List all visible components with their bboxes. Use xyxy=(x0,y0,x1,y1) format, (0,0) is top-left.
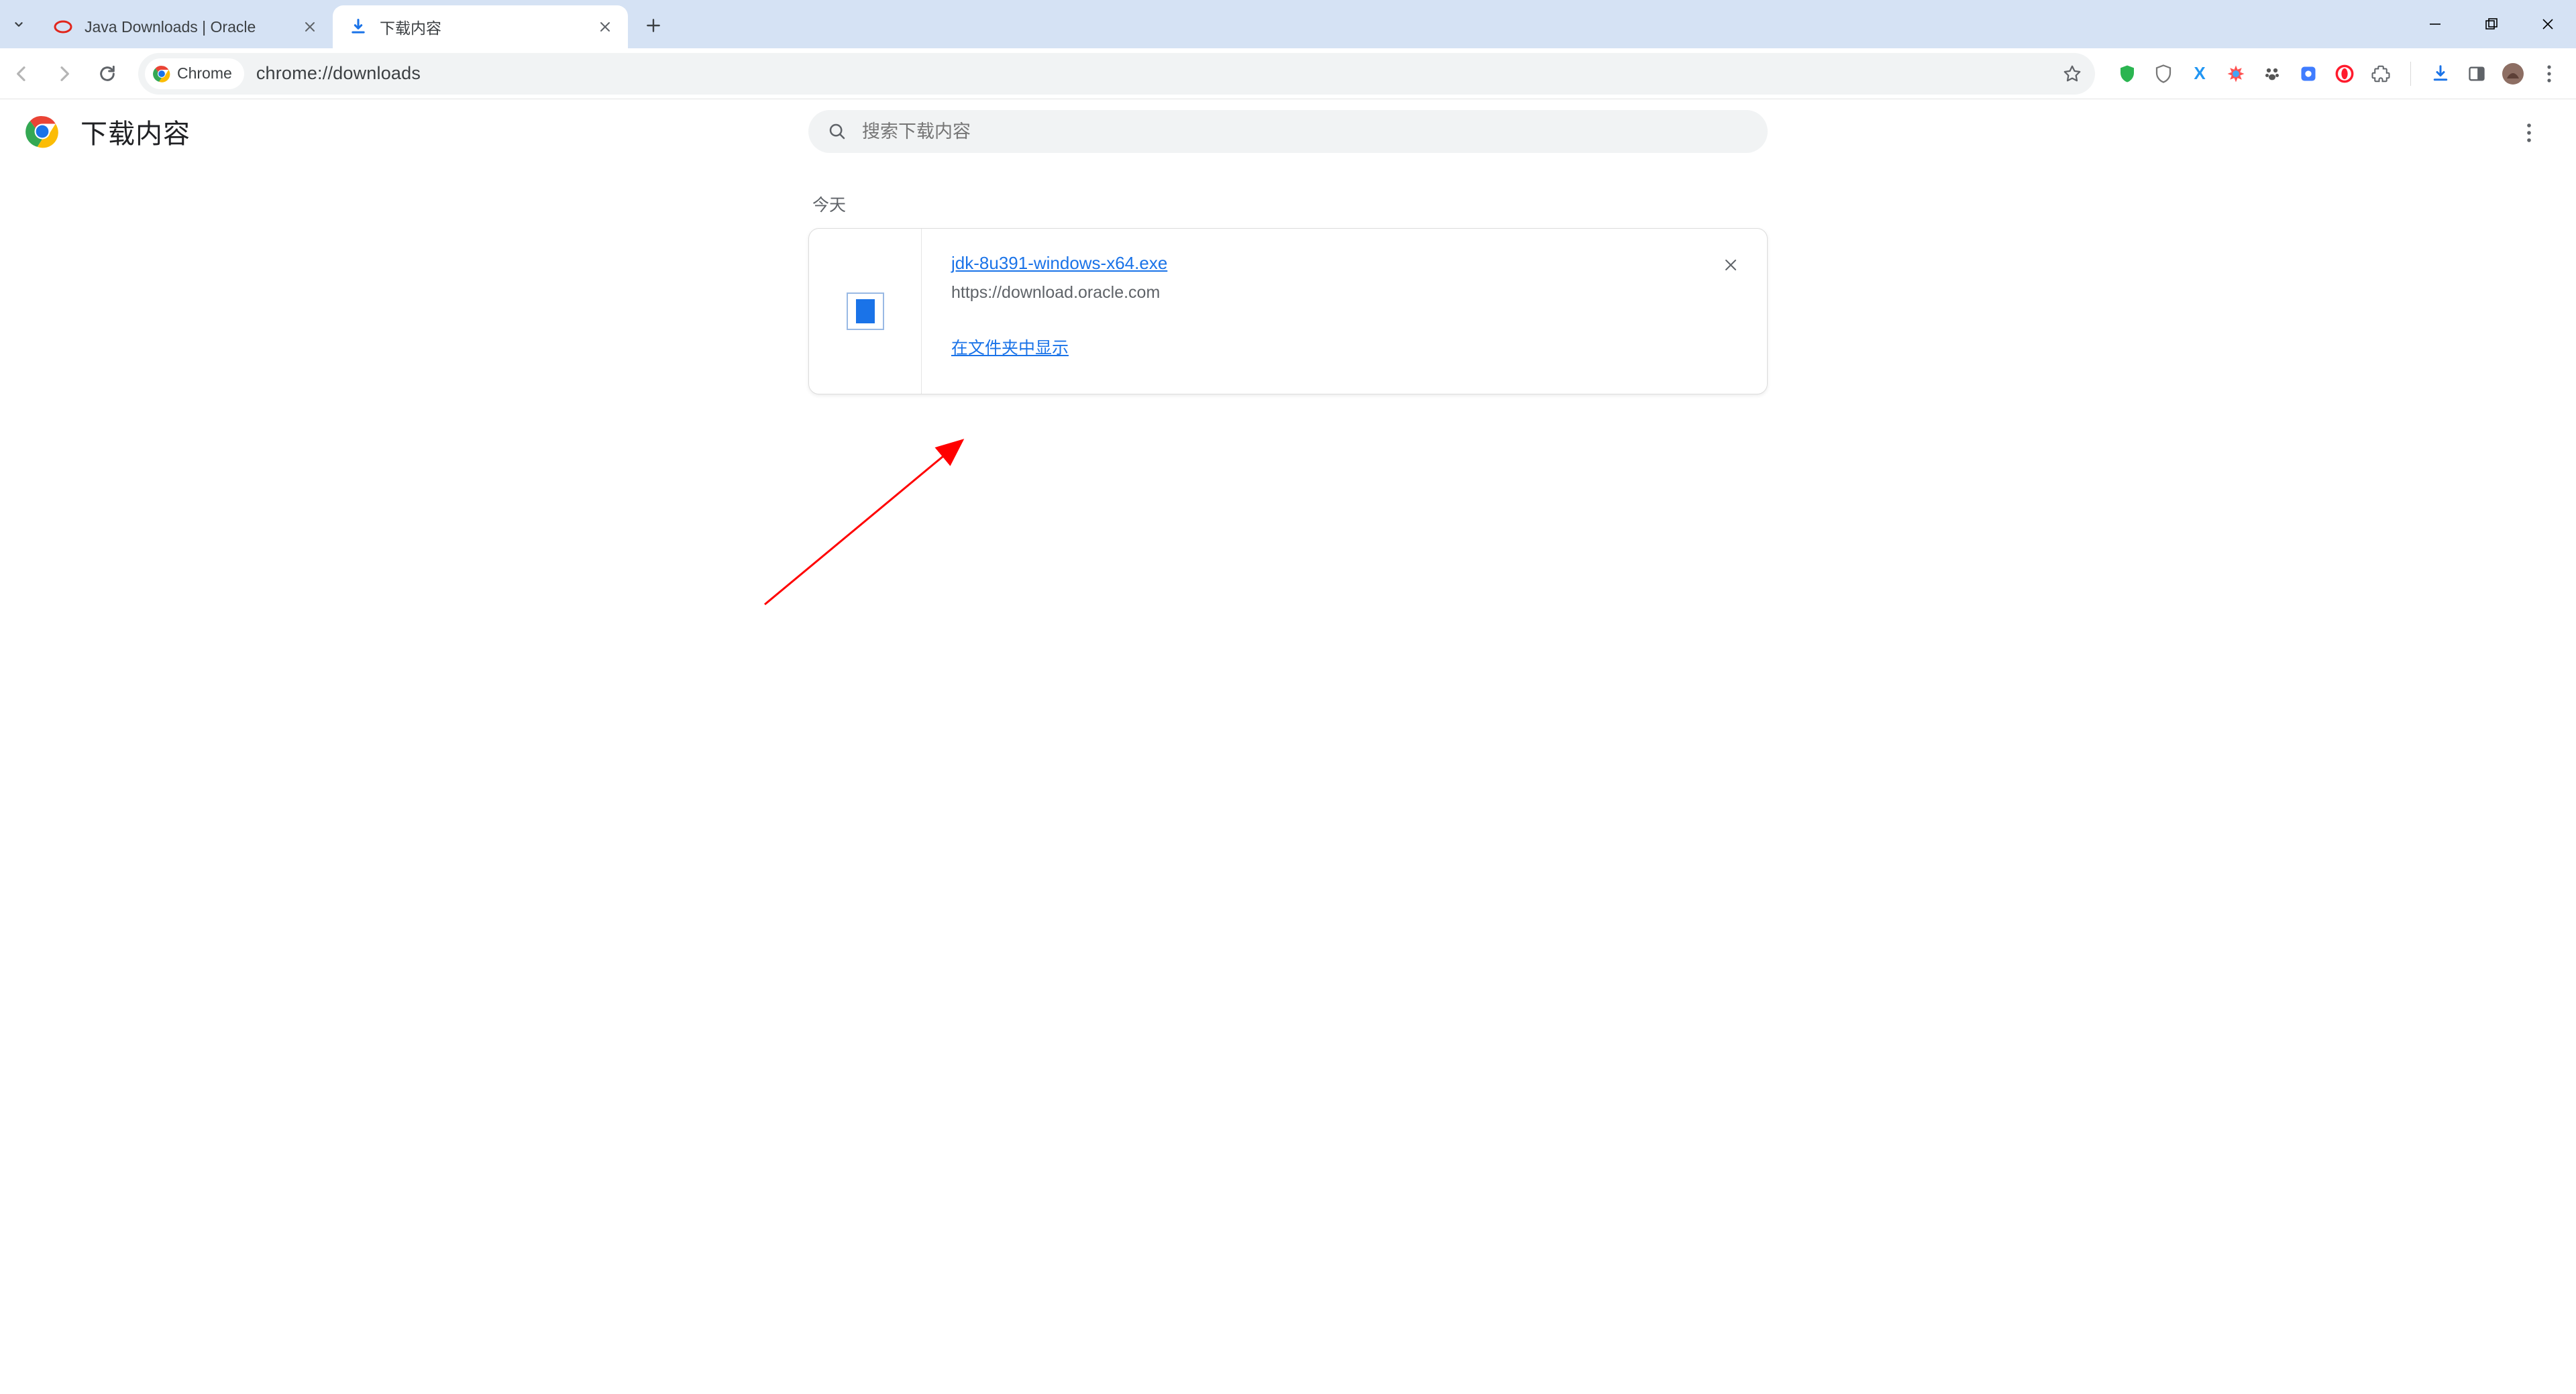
minimize-button[interactable] xyxy=(2407,0,2463,48)
kebab-icon xyxy=(2546,64,2552,83)
square-icon xyxy=(2299,64,2318,83)
burst-icon xyxy=(2226,64,2246,84)
ext-x-blue[interactable]: X xyxy=(2184,58,2216,90)
new-tab-button[interactable] xyxy=(635,7,672,44)
panel-icon xyxy=(2467,64,2486,83)
arrow-left-icon xyxy=(11,63,32,85)
extensions-row: X xyxy=(2111,58,2565,90)
puzzle-icon xyxy=(2371,64,2391,84)
remove-download-button[interactable] xyxy=(1719,253,1743,277)
ext-opera[interactable] xyxy=(2328,58,2361,90)
close-icon xyxy=(2540,17,2555,32)
extensions-button[interactable] xyxy=(2365,58,2397,90)
arrow-right-icon xyxy=(54,63,75,85)
chevron-down-icon xyxy=(11,17,26,32)
tab-java-downloads[interactable]: Java Downloads | Oracle xyxy=(38,5,333,48)
ext-paw[interactable] xyxy=(2256,58,2288,90)
close-tab-button[interactable] xyxy=(596,17,614,36)
minimize-icon xyxy=(2428,17,2443,32)
site-chip-label: Chrome xyxy=(177,64,232,83)
reload-button[interactable] xyxy=(86,52,129,95)
close-tab-button[interactable] xyxy=(301,17,319,36)
search-icon xyxy=(827,121,847,142)
bookmark-button[interactable] xyxy=(2057,59,2087,89)
close-icon xyxy=(1723,258,1738,272)
ext-shield-grey[interactable] xyxy=(2147,58,2180,90)
ext-blue-square[interactable] xyxy=(2292,58,2324,90)
star-icon xyxy=(2062,64,2082,84)
kebab-icon xyxy=(2526,123,2532,143)
downloads-toolbar-button[interactable] xyxy=(2424,58,2457,90)
page-title: 下载内容 xyxy=(80,112,191,151)
search-input[interactable] xyxy=(862,121,1749,142)
download-item: jdk-8u391-windows-x64.exe https://downlo… xyxy=(808,228,1768,394)
address-bar[interactable]: Chrome chrome://downloads xyxy=(138,53,2095,95)
ext-color-burst[interactable] xyxy=(2220,58,2252,90)
site-info-chip[interactable]: Chrome xyxy=(145,58,244,89)
toolbar: Chrome chrome://downloads X xyxy=(0,48,2576,99)
close-icon xyxy=(304,21,316,33)
titlebar: Java Downloads | Oracle 下载内容 xyxy=(0,0,2576,48)
maximize-button[interactable] xyxy=(2463,0,2520,48)
profile-avatar[interactable] xyxy=(2497,58,2529,90)
download-favicon xyxy=(347,16,369,38)
date-group-label: 今天 xyxy=(812,192,1768,216)
chrome-logo-icon xyxy=(153,65,170,83)
tab-downloads[interactable]: 下载内容 xyxy=(333,5,628,48)
close-window-button[interactable] xyxy=(2520,0,2576,48)
chrome-menu-button[interactable] xyxy=(2533,58,2565,90)
ext-shield-green[interactable] xyxy=(2111,58,2143,90)
sidepanel-button[interactable] xyxy=(2461,58,2493,90)
search-bar[interactable] xyxy=(808,110,1768,153)
tab-search-dropdown[interactable] xyxy=(0,0,38,48)
downloads-page: 下载内容 今天 jdk-8u391-windows-x64.exe https:… xyxy=(0,99,2576,1394)
show-in-folder-link[interactable]: 在文件夹中显示 xyxy=(951,335,1069,359)
oracle-favicon xyxy=(52,16,74,38)
tab-label: Java Downloads | Oracle xyxy=(85,18,301,36)
shield-icon xyxy=(2153,64,2174,84)
shield-icon xyxy=(2117,64,2137,84)
separator xyxy=(2410,62,2411,86)
plus-icon xyxy=(645,17,662,34)
window-controls xyxy=(2407,0,2576,48)
url-text: chrome://downloads xyxy=(256,63,421,84)
downloads-list: 今天 jdk-8u391-windows-x64.exe https://dow… xyxy=(808,180,1768,394)
paw-icon xyxy=(2262,64,2282,84)
tab-label: 下载内容 xyxy=(380,15,596,38)
download-source: https://download.oracle.com xyxy=(951,283,1740,303)
avatar-icon xyxy=(2502,62,2524,85)
file-thumbnail xyxy=(809,229,922,394)
reload-icon xyxy=(97,63,118,85)
x-icon: X xyxy=(2194,63,2205,84)
chrome-logo-icon xyxy=(25,115,59,148)
page-menu-button[interactable] xyxy=(2516,119,2542,146)
download-icon xyxy=(2430,64,2451,84)
download-filename-link[interactable]: jdk-8u391-windows-x64.exe xyxy=(951,253,1167,274)
exe-file-icon xyxy=(847,292,884,330)
opera-icon xyxy=(2335,64,2354,83)
back-button[interactable] xyxy=(0,52,43,95)
close-icon xyxy=(599,21,611,33)
forward-button[interactable] xyxy=(43,52,86,95)
page-header: 下载内容 xyxy=(0,99,2576,164)
maximize-icon xyxy=(2485,17,2498,31)
